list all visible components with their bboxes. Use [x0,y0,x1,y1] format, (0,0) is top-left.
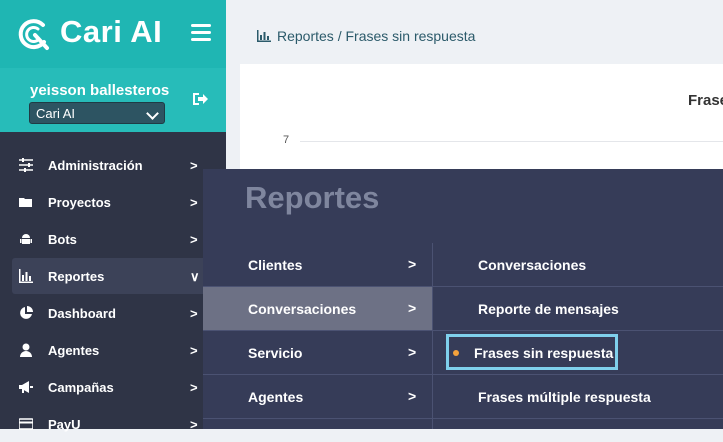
breadcrumb-text: Reportes / Frases sin respuesta [277,28,476,44]
bar-chart-icon [257,30,271,42]
sidebar-item-bots[interactable]: Bots > [0,221,226,257]
sidebar-item-reportes[interactable]: Reportes ∨ [12,258,212,294]
chevron-right-icon: > [190,195,198,210]
category-label: Conversaciones [248,301,357,317]
chevron-right-icon: > [190,232,198,247]
chevron-right-icon: > [190,306,198,321]
category-conversaciones[interactable]: Conversaciones > [203,287,432,331]
chevron-down-icon [146,107,159,120]
user-icon [20,343,32,357]
report-conversaciones[interactable]: Conversaciones [433,243,723,287]
pie-chart-icon [20,306,33,319]
report-reporte-de-mensajes[interactable]: Reporte de mensajes [433,287,723,331]
category-label: Agentes [248,389,304,405]
chevron-right-icon: > [408,300,417,316]
chevron-right-icon: > [190,417,198,432]
sidebar-item-label: Agentes [48,343,100,358]
brand-name: Cari AI [60,14,163,49]
grid-line [300,141,723,142]
cari-logo-icon [18,19,49,50]
report-frases-sin-respuesta[interactable]: Frases sin respuesta [433,331,723,375]
sidebar-item-agentes[interactable]: Agentes > [0,332,226,368]
chevron-down-icon: ∨ [190,269,200,284]
report-label: Conversaciones [478,257,587,273]
category-servicio[interactable]: Servicio > [203,331,432,375]
sidebar-item-label: Administración [48,158,143,173]
chevron-right-icon: > [408,344,417,360]
hamburger-menu-icon[interactable] [191,24,211,42]
sidebar-item-label: Proyectos [48,195,111,210]
sidebar-item-proyectos[interactable]: Proyectos > [0,184,226,220]
category-label: Servicio [248,345,303,361]
sidebar-item-label: Dashboard [48,306,116,321]
sidebar-item-campanas[interactable]: Campañas > [0,369,226,405]
company-select-value: Cari AI [36,106,76,121]
company-select[interactable]: Cari AI [29,102,165,124]
breadcrumb: Reportes / Frases sin respuesta [257,28,475,44]
brand-bar: Cari AI [0,0,226,68]
chevron-right-icon: > [408,388,417,404]
mega-menu-title: Reportes [245,180,380,215]
chevron-right-icon: > [190,343,198,358]
report-frases-multiple-respuesta[interactable]: Frases múltiple respuesta [433,375,723,419]
y-axis-tick: 7 [283,134,290,146]
android-icon [20,234,32,244]
chart-card [240,64,723,174]
sidebar-item-label: Campañas [48,380,114,395]
folder-icon [19,198,32,207]
chevron-right-icon: > [190,380,198,395]
sidebar-item-payu[interactable]: PayU > [0,406,226,442]
chevron-right-icon: > [408,256,417,272]
sidebar-item-administracion[interactable]: Administración > [0,147,226,183]
report-label: Reporte de mensajes [478,301,619,317]
logout-icon[interactable] [192,92,208,106]
user-name: yeisson ballesteros [30,82,170,99]
report-label: Frases sin respuesta [474,345,614,361]
category-clientes[interactable]: Clientes > [203,243,432,287]
bar-chart-icon [19,269,33,283]
sliders-icon [19,158,33,172]
sidebar-item-label: Bots [48,232,77,247]
megaphone-icon [19,381,33,393]
chevron-right-icon: > [190,158,198,173]
category-agentes[interactable]: Agentes > [203,375,432,419]
sidebar-item-label: Reportes [48,269,105,284]
report-label: Frases múltiple respuesta [478,389,651,405]
chart-title: Frase [688,92,723,109]
sidebar-item-label: PayU [48,417,81,432]
sidebar-item-dashboard[interactable]: Dashboard > [0,295,226,331]
category-label: Clientes [248,257,303,273]
